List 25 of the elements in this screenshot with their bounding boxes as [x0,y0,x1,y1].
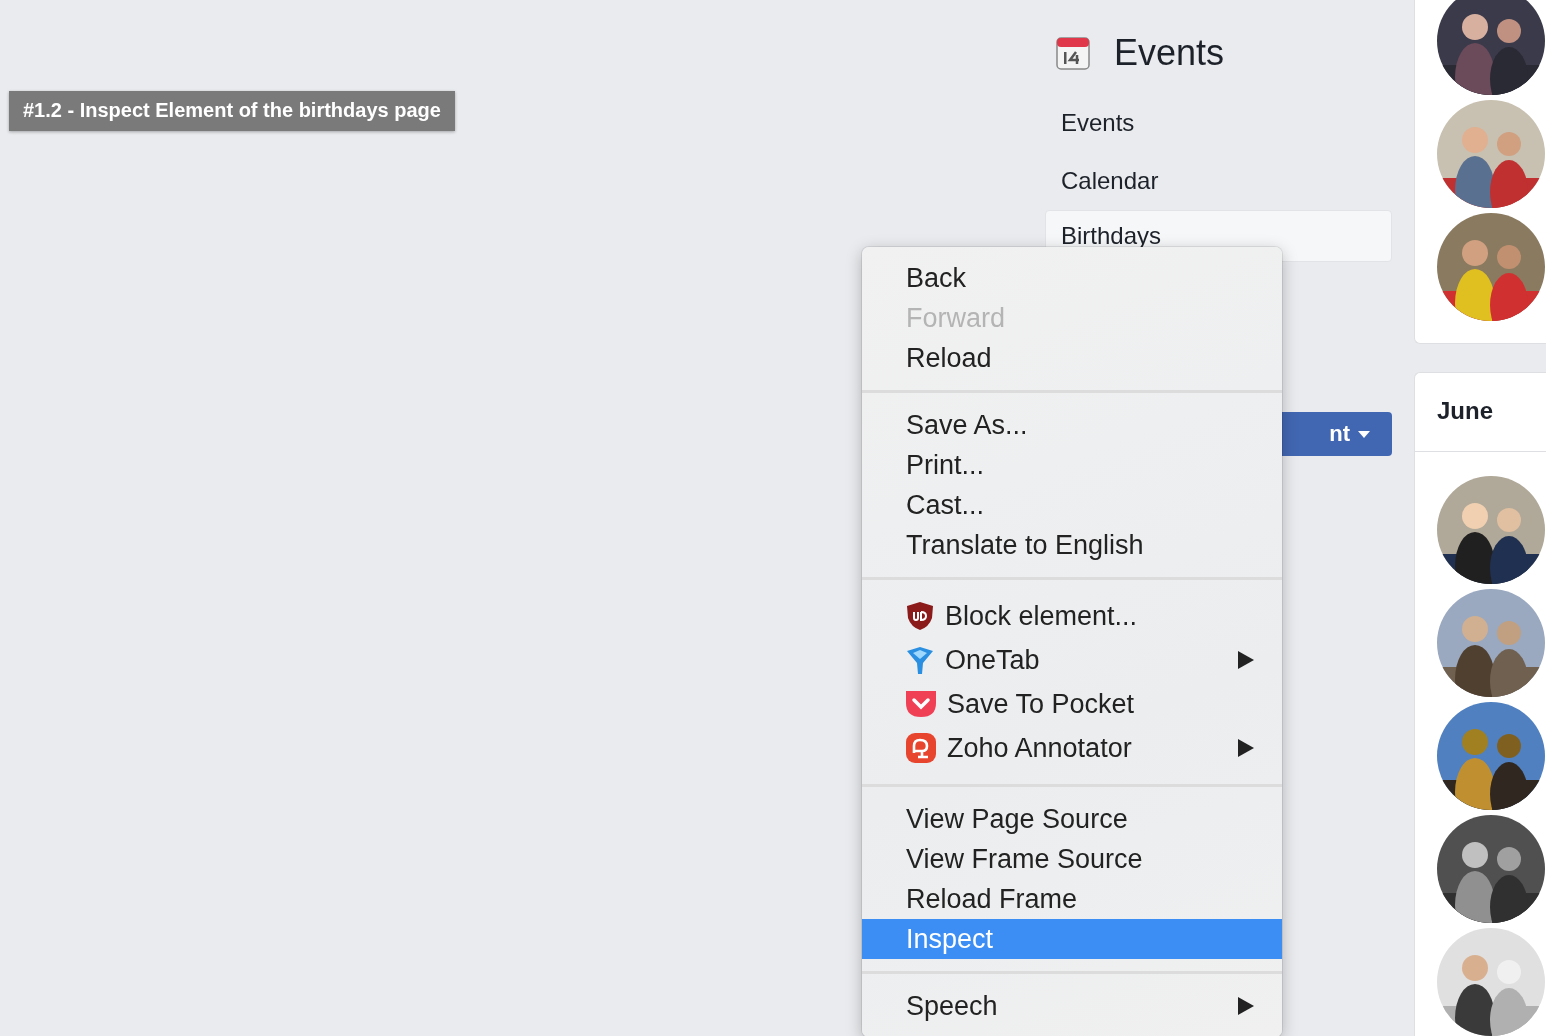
caption-label: #1.2 - Inspect Element of the birthdays page [9,91,455,131]
annotator-icon [905,732,937,764]
calendar-icon [1056,36,1090,70]
menu-item[interactable]: View Frame Source [862,839,1282,879]
menu-item[interactable]: Translate to English [862,525,1282,565]
menu-item[interactable]: Speech [862,986,1282,1026]
diamond-icon [905,645,935,675]
menu-item[interactable]: Cast... [862,485,1282,525]
menu-item[interactable]: Save To Pocket [862,682,1282,726]
caret-icon [1358,430,1370,438]
page-title: Events [1114,32,1225,74]
nav-item[interactable]: Calendar [1045,152,1392,210]
month-heading: June [1437,396,1494,426]
submenu-arrow-icon [1238,651,1254,669]
menu-item[interactable]: Reload [862,338,1282,378]
submenu-arrow-icon [1238,739,1254,757]
nav-item[interactable]: Events [1045,94,1392,152]
pocket-icon [905,689,937,719]
menu-item[interactable]: Zoho Annotator [862,726,1282,770]
submenu-arrow-icon [1238,997,1254,1015]
shield-icon [905,601,935,631]
menu-item[interactable]: Block element... [862,594,1282,638]
menu-item[interactable]: View Page Source [862,799,1282,839]
menu-item[interactable]: OneTab [862,638,1282,682]
menu-item[interactable]: Reload Frame [862,879,1282,919]
